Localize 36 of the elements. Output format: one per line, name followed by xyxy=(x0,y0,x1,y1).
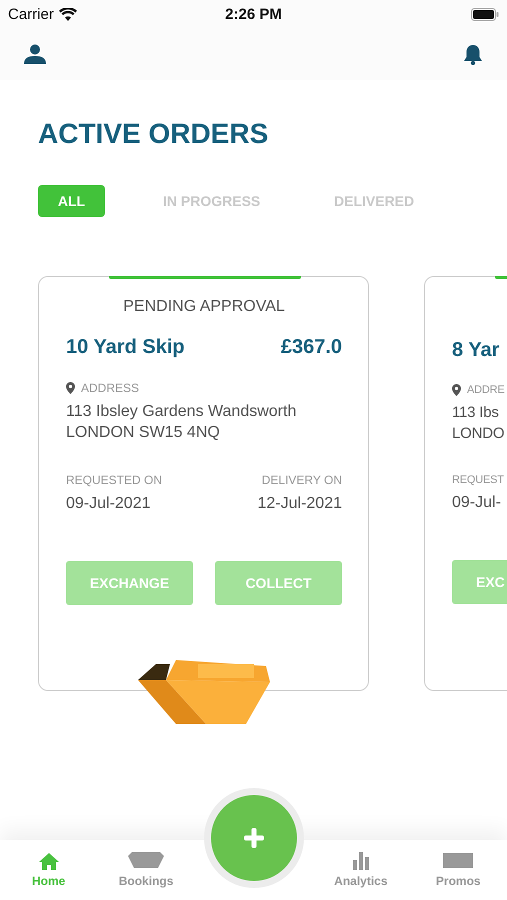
skip-icon xyxy=(128,852,164,870)
battery-icon xyxy=(471,8,499,20)
delivery-label: DELIVERY ON xyxy=(262,473,342,487)
action-button[interactable]: COLLECT xyxy=(215,561,342,605)
carrier-name: Carrier xyxy=(8,6,54,22)
skip-name: 8 Yar xyxy=(452,339,500,362)
order-price: £367.0 xyxy=(280,336,342,359)
action-button[interactable]: EXCHANGE xyxy=(66,561,193,605)
page-title: ACTIVE ORDERS xyxy=(38,118,270,150)
location-pin-icon xyxy=(452,384,461,396)
status-time: 2:26 PM xyxy=(224,6,283,23)
rectangle-icon xyxy=(443,852,474,870)
home-icon xyxy=(38,852,59,870)
requested-date: 09-Jul-2021 xyxy=(66,495,150,513)
requested-label: REQUESTED ON xyxy=(66,473,162,487)
nav-tab[interactable]: Home xyxy=(8,840,89,900)
nav-tab[interactable]: Analytics xyxy=(320,840,401,900)
address-text: 113 Ibs LONDO xyxy=(452,403,506,444)
skip-name: 10 Yard Skip xyxy=(66,336,185,359)
nav-tab[interactable]: Bookings xyxy=(106,840,186,900)
filter-tab[interactable]: ALL xyxy=(38,185,105,217)
location-pin-icon xyxy=(66,382,75,394)
order-status: PENDING APPROVAL xyxy=(122,298,286,316)
address-text: 113 Ibsley Gardens Wandsworth LONDON SW15 4NQ xyxy=(66,402,298,443)
address-label: ADDRE xyxy=(467,384,505,396)
nav-tab[interactable]: Promos xyxy=(418,840,498,900)
profile-icon[interactable] xyxy=(24,44,46,64)
requested-label: REQUEST xyxy=(452,474,504,486)
bell-icon[interactable] xyxy=(463,44,483,64)
action-button[interactable]: EXC xyxy=(452,560,507,604)
delivery-date: 12-Jul-2021 xyxy=(258,495,342,513)
bar-chart-icon xyxy=(350,852,371,870)
wifi-icon xyxy=(58,8,77,20)
address-label: ADDRESS xyxy=(81,381,140,395)
requested-date: 09-Jul- xyxy=(452,494,501,512)
plus-icon xyxy=(244,828,264,848)
